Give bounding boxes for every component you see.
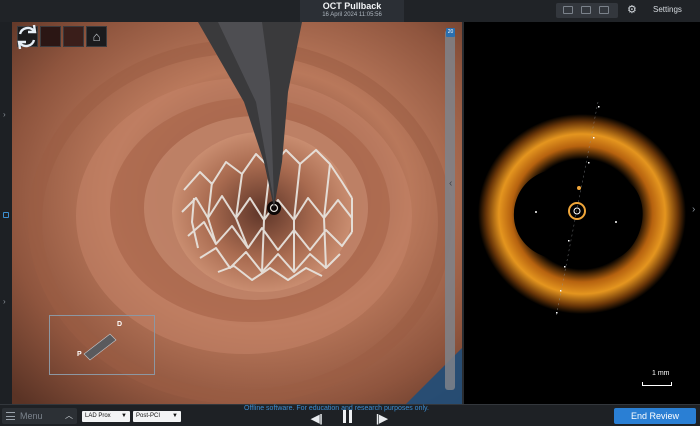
- vessel-select-value: LAD Prox: [85, 413, 111, 419]
- menu-button[interactable]: Menu ︿: [2, 408, 77, 424]
- menu-icon: [6, 412, 15, 420]
- pause-icon[interactable]: [343, 410, 353, 423]
- chevron-up-icon: ︿: [65, 411, 73, 420]
- chevron-down-icon: ▼: [172, 413, 178, 419]
- acquisition-timestamp: 16 April 2024 11:05:56: [322, 12, 382, 18]
- chevron-right-icon[interactable]: ›: [692, 204, 695, 215]
- camera-icon[interactable]: [563, 6, 573, 14]
- chevron-right-icon[interactable]: ›: [3, 297, 9, 306]
- page-title: OCT Pullback: [322, 1, 382, 11]
- sync-icon[interactable]: [12, 22, 42, 52]
- bottom-bar: Menu ︿ LAD Prox ▼ Post-PCI ▼ Offline sof…: [0, 404, 700, 426]
- oct-cross-section-panel[interactable]: 1 mm ›: [462, 22, 700, 404]
- home-icon[interactable]: ⌂: [86, 26, 107, 47]
- oct-image: [478, 101, 686, 318]
- distal-label: D: [117, 321, 123, 328]
- thumbnail-longitudinal[interactable]: [63, 26, 84, 47]
- chevron-right-icon[interactable]: ›: [3, 110, 9, 119]
- title-block: OCT Pullback 16 April 2024 11:05:56: [300, 0, 404, 22]
- vessel-3d-view[interactable]: ⌂ D P 20 ‹: [12, 22, 462, 404]
- vessel-select[interactable]: LAD Prox ▼: [82, 411, 130, 422]
- rail-marker[interactable]: [3, 212, 9, 218]
- proximal-label: P: [77, 351, 82, 358]
- chevron-down-icon: ▼: [121, 413, 127, 419]
- settings-button[interactable]: Settings: [653, 5, 682, 14]
- scroll-indicator: 20: [446, 28, 455, 37]
- settings-gear-icon[interactable]: ⚙: [627, 4, 637, 16]
- scale-label: 1 mm: [652, 370, 670, 377]
- scale-bar: [642, 382, 672, 386]
- previous-frame-icon[interactable]: ◀|: [311, 412, 323, 426]
- thumbnail-lumen[interactable]: [40, 26, 61, 47]
- top-bar: OCT Pullback 16 April 2024 11:05:56 ⚙ Se…: [0, 0, 700, 22]
- frame-scrollbar[interactable]: [445, 30, 455, 390]
- next-frame-icon[interactable]: |▶: [376, 412, 388, 426]
- end-review-button[interactable]: End Review: [614, 408, 696, 424]
- orientation-inset: [49, 315, 155, 375]
- export-icon[interactable]: [599, 6, 609, 14]
- toolbar-group: [556, 3, 618, 18]
- phase-select[interactable]: Post-PCI ▼: [133, 411, 181, 422]
- menu-label: Menu: [20, 411, 43, 421]
- layout-icon[interactable]: [581, 6, 591, 14]
- chevron-left-icon[interactable]: ‹: [449, 178, 452, 189]
- disclaimer-text: Offline software. For education and rese…: [244, 405, 429, 412]
- phase-select-value: Post-PCI: [136, 413, 161, 419]
- left-rail: › ›: [0, 22, 12, 404]
